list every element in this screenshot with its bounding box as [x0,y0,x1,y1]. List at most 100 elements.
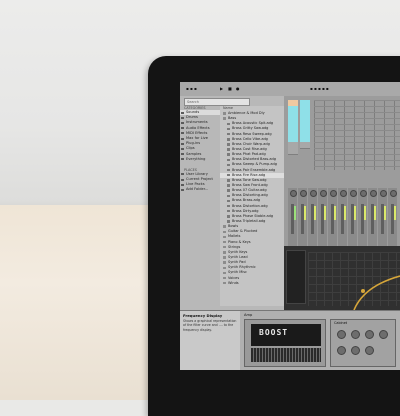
preset-icon [227,173,230,177]
automation-curve [353,275,400,310]
category-icon [181,158,184,161]
volume-knob[interactable] [351,346,360,355]
level-meter [394,206,396,220]
clip-slot[interactable] [288,148,298,155]
record-icon[interactable]: ● [236,86,240,91]
folder-row[interactable]: Winds [220,281,284,286]
category-icon [181,137,184,140]
amp-type-label: BOOST [259,328,289,337]
mixer-strip [288,188,297,246]
level-meter [304,206,306,220]
preset-icon [227,132,230,136]
transport-toolbar: ▪ ▪ ▪ ▶ ■ ● ▪ ▪ ▪ ▪ ▪ [180,82,400,97]
track-column [300,100,310,166]
mixer-strip [388,188,397,246]
category-icon [181,132,184,135]
folder-icon [223,117,226,120]
pan-knob[interactable] [310,190,317,197]
preset-icon [227,215,230,218]
level-meter [344,206,346,220]
middle-knob[interactable] [365,330,374,339]
level-meter [354,206,356,220]
info-view: Frequency Display Shows a graphical repr… [180,310,240,370]
preset-icon [227,138,230,141]
amp-device: BOOST [244,319,326,367]
pan-knob[interactable] [350,190,357,197]
preset-icon [227,163,230,167]
stop-icon[interactable]: ■ [228,86,232,91]
position-display[interactable]: ▪ ▪ ▪ ▪ ▪ [310,86,329,91]
dry-wet-knob[interactable] [365,346,374,355]
tempo-display[interactable]: ▪ ▪ ▪ [186,86,197,91]
browser-search-input[interactable]: Search [184,98,250,106]
mixer-strip [308,188,317,246]
mixer-strip [348,188,357,246]
folder-icon [223,266,226,270]
folder-icon [223,256,226,259]
preset-icon [227,199,230,203]
cabinet-title: Cabinet [334,321,348,325]
category-icon [181,153,184,156]
preset-icon [227,184,230,187]
folder-icon [223,271,226,275]
info-text: Shows a graphical representation of the … [183,319,237,332]
category-icon [181,121,184,124]
level-meter [294,206,296,220]
mixer-strip [298,188,307,246]
play-icon[interactable]: ▶ [220,86,223,91]
level-meter [384,206,386,220]
browser-file-list: Name Ambience & Mod Dly Bass Brass Acous… [220,106,284,306]
empty-clip-grid[interactable] [314,100,400,170]
category-icon [181,111,184,114]
preset-icon [227,158,230,162]
level-meter [314,206,316,220]
folder-icon [223,112,226,115]
device-view: Amp BOOST Cabinet [240,310,400,370]
preset-icon [227,153,230,156]
category-icon [181,116,184,119]
preset-icon [227,194,230,198]
folder-icon [223,251,226,254]
track-column [288,100,298,166]
folder-icon [181,178,184,181]
browser-categories: CATEGORIES Sounds Drums Instruments Audi… [180,106,220,306]
amp-grill [251,348,321,362]
folder-icon [181,183,184,186]
amp-type-display[interactable]: BOOST [251,324,321,346]
preset-icon [227,189,230,192]
preset-icon [227,143,230,146]
folder-icon [223,230,226,234]
preset-icon [227,122,230,126]
gain-knob[interactable] [337,330,346,339]
level-meter [334,206,336,220]
pan-knob[interactable] [330,190,337,197]
folder-icon [223,240,226,244]
pan-knob[interactable] [390,190,397,197]
pan-knob[interactable] [340,190,347,197]
pan-knob[interactable] [370,190,377,197]
pan-knob[interactable] [380,190,387,197]
preset-icon [227,209,230,213]
pan-knob[interactable] [360,190,367,197]
mixer-strip [338,188,347,246]
pan-knob[interactable] [290,190,297,197]
preset-icon [227,179,230,182]
preset-icon [227,148,230,151]
clip-slot[interactable] [300,142,310,149]
category-item[interactable]: Everything [180,157,220,162]
bass-knob[interactable] [351,330,360,339]
presence-knob[interactable] [337,346,346,355]
mixer-strip [368,188,377,246]
daw-screen: ▪ ▪ ▪ ▶ ■ ● ▪ ▪ ▪ ▪ ▪ Search CATEGORIES … [180,82,400,370]
mixer-strip [378,188,387,246]
pan-knob[interactable] [320,190,327,197]
clip-detail-view [284,246,400,310]
session-view [284,96,400,246]
device-title: Amp [244,313,253,317]
folder-icon [223,261,226,264]
level-meter [374,206,376,220]
pan-knob[interactable] [300,190,307,197]
treble-knob[interactable] [379,330,388,339]
mixer-strip [318,188,327,246]
place-item[interactable]: Add Folder... [180,187,220,192]
